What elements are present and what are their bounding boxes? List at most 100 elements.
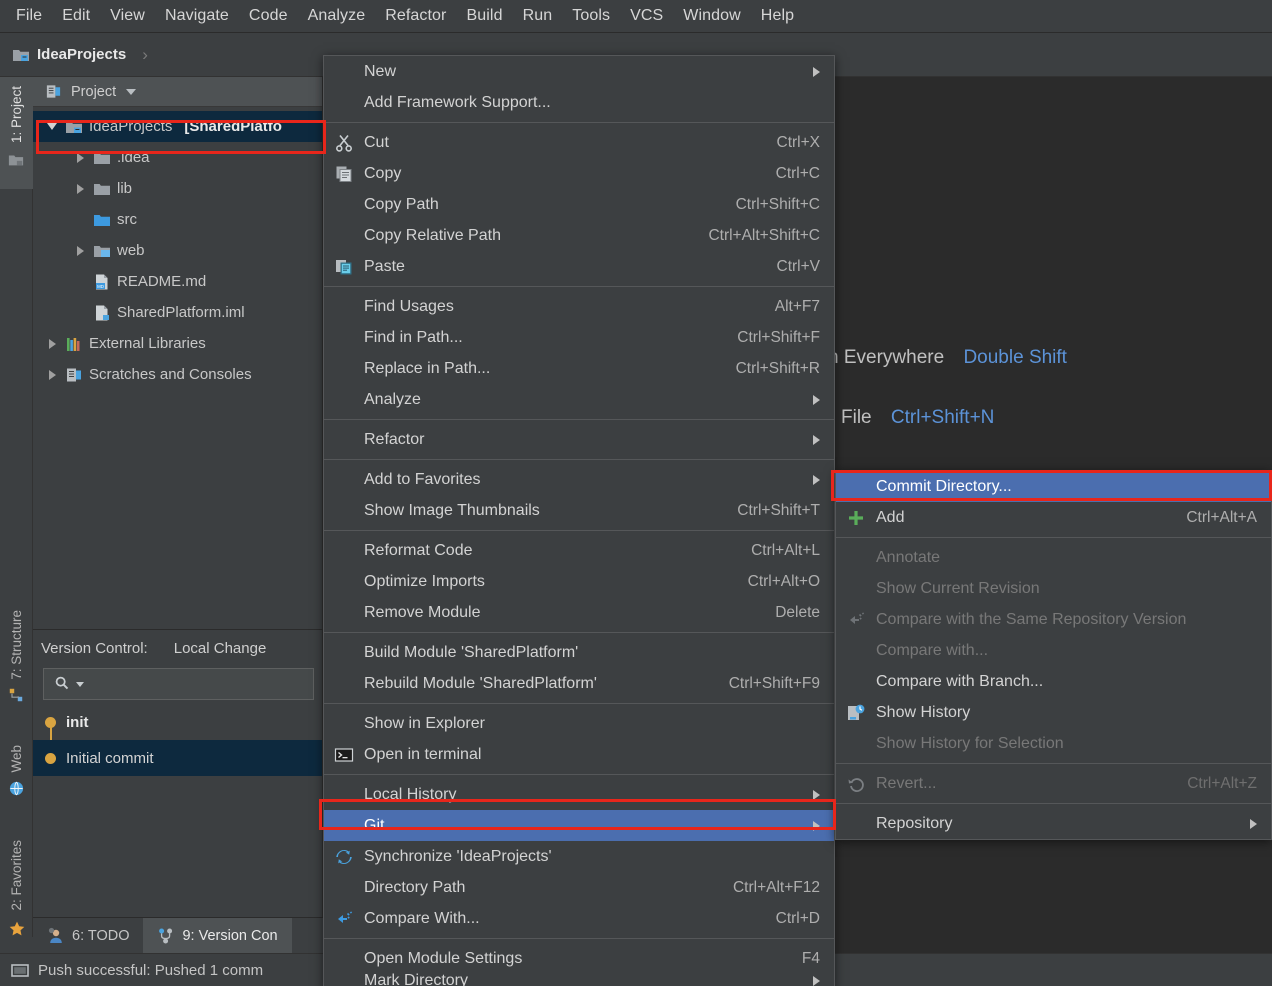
sidebar-item-web[interactable]: Web — [0, 742, 33, 814]
menu-item-repository[interactable]: Repository — [836, 808, 1271, 839]
tree-node-scratches-and-consoles[interactable]: Scratches and Consoles — [33, 359, 322, 390]
search-filter-chevron-icon[interactable] — [76, 681, 84, 687]
menu-item-show-history[interactable]: Show History — [836, 697, 1271, 728]
commit-list-item[interactable]: init — [33, 704, 322, 740]
tree-node-idea[interactable]: .idea — [33, 142, 322, 173]
menu-item-build-module-sharedplatform[interactable]: Build Module 'SharedPlatform' — [324, 637, 834, 668]
menu-item-compare-with-the-same-repository-version[interactable]: Compare with the Same Repository Version — [836, 604, 1271, 635]
show-history-icon — [846, 703, 866, 723]
menu-item-copy-relative-path[interactable]: Copy Relative Path Ctrl+Alt+Shift+C — [324, 220, 834, 251]
tree-node-external-libraries[interactable]: External Libraries — [33, 328, 322, 359]
menu-item-synchronize-ideaprojects[interactable]: Synchronize 'IdeaProjects' — [324, 841, 834, 872]
menu-item-add-to-favorites[interactable]: Add to Favorites — [324, 464, 834, 495]
breadcrumb-project-name[interactable]: IdeaProjects — [37, 46, 126, 63]
menu-item-compare-with-branch[interactable]: Compare with Branch... — [836, 666, 1271, 697]
menu-item-find-in-path[interactable]: Find in Path... Ctrl+Shift+F — [324, 322, 834, 353]
chevron-right-icon[interactable] — [73, 152, 87, 163]
ide-status-icon[interactable] — [10, 961, 29, 979]
menu-item-compare-with[interactable]: Compare With... Ctrl+D — [324, 903, 834, 934]
chevron-right-icon[interactable] — [45, 338, 59, 349]
chevron-right-icon[interactable] — [73, 245, 87, 256]
menu-item-reformat-code[interactable]: Reformat Code Ctrl+Alt+L — [324, 535, 834, 566]
menu-help[interactable]: Help — [751, 4, 804, 29]
menu-item-label: Optimize Imports — [364, 572, 485, 590]
menu-item-open-in-terminal[interactable]: Open in terminal — [324, 739, 834, 770]
tree-node-src[interactable]: src — [33, 204, 322, 235]
sidebar-item-structure[interactable]: 7: Structure — [0, 607, 33, 717]
menu-refactor[interactable]: Refactor — [375, 4, 456, 29]
menu-item-show-history-for-selection[interactable]: Show History for Selection — [836, 728, 1271, 759]
menu-item-local-history[interactable]: Local History — [324, 779, 834, 810]
tab-todo[interactable]: 6: TODO — [33, 918, 143, 953]
commit-list-item[interactable]: Initial commit — [33, 740, 322, 776]
menu-item-new[interactable]: New — [324, 56, 834, 87]
menu-item-shortcut: Delete — [775, 603, 820, 621]
menu-item-label: Local History — [364, 785, 457, 803]
menu-item-label: Remove Module — [364, 603, 481, 621]
menu-edit[interactable]: Edit — [52, 4, 100, 29]
chevron-right-icon[interactable] — [73, 183, 87, 194]
menu-file[interactable]: File — [6, 4, 52, 29]
search-input-field[interactable] — [88, 676, 313, 692]
search-input[interactable] — [43, 668, 314, 700]
menu-item-copy-path[interactable]: Copy Path Ctrl+Shift+C — [324, 189, 834, 220]
menu-run[interactable]: Run — [513, 4, 563, 29]
menu-item-annotate[interactable]: Annotate — [836, 542, 1271, 573]
menu-item-optimize-imports[interactable]: Optimize Imports Ctrl+Alt+O — [324, 566, 834, 597]
menu-item-revert[interactable]: Revert... Ctrl+Alt+Z — [836, 768, 1271, 799]
menu-item-cut[interactable]: Cut Ctrl+X — [324, 127, 834, 158]
menu-window[interactable]: Window — [673, 4, 751, 29]
tree-node-lib[interactable]: lib — [33, 173, 322, 204]
breadcrumb[interactable]: IdeaProjects › — [12, 45, 148, 65]
tree-node-ideaprojects[interactable]: IdeaProjects [SharedPlatfo — [33, 111, 322, 142]
version-control-tool-window: Version Control: Local Change init Initia… — [33, 629, 323, 917]
tree-node-web[interactable]: web — [33, 235, 322, 266]
menu-item-show-in-explorer[interactable]: Show in Explorer — [324, 708, 834, 739]
project-panel-header[interactable]: Project — [33, 77, 322, 107]
context-menu[interactable]: New Add Framework Support... Cut Ctrl+X Copy… — [323, 55, 835, 986]
menu-item-mark-directory[interactable]: Mark Directory — [324, 972, 834, 986]
menu-navigate[interactable]: Navigate — [155, 4, 239, 29]
menu-item-add-framework-support[interactable]: Add Framework Support... — [324, 87, 834, 118]
chevron-down-icon[interactable] — [126, 88, 137, 95]
menu-code[interactable]: Code — [239, 4, 298, 29]
menu-build[interactable]: Build — [456, 4, 512, 29]
menu-item-show-current-revision[interactable]: Show Current Revision — [836, 573, 1271, 604]
menu-item-label: Add Framework Support... — [364, 93, 551, 111]
menu-item-label: Copy — [364, 164, 402, 182]
menu-item-label: Show History for Selection — [876, 734, 1064, 752]
tree-node-readme-md[interactable]: MD README.md — [33, 266, 322, 297]
menu-vcs[interactable]: VCS — [620, 4, 673, 29]
chevron-right-icon[interactable] — [45, 369, 59, 380]
tree-node-label: src — [117, 211, 137, 228]
tree-node-sharedplatform-iml[interactable]: SharedPlatform.iml — [33, 297, 322, 328]
version-control-tab-local-changes[interactable]: Local Change — [174, 640, 267, 657]
menu-item-open-module-settings[interactable]: Open Module Settings F4 — [324, 943, 834, 974]
main-menu-bar[interactable]: File Edit View Navigate Code Analyze Refactor B… — [0, 0, 1272, 33]
menu-item-directory-path[interactable]: Directory Path Ctrl+Alt+F12 — [324, 872, 834, 903]
menu-item-analyze[interactable]: Analyze — [324, 384, 834, 415]
menu-item-paste[interactable]: Paste Ctrl+V — [324, 251, 834, 282]
sidebar-item-project[interactable]: 1: Project — [0, 77, 33, 189]
menu-item-replace-in-path[interactable]: Replace in Path... Ctrl+Shift+R — [324, 353, 834, 384]
menu-item-git[interactable]: Git — [324, 810, 834, 841]
sidebar-item-favorites[interactable]: 2: Favorites — [0, 837, 33, 967]
menu-item-add[interactable]: Add Ctrl+Alt+A — [836, 502, 1271, 533]
menu-view[interactable]: View — [100, 4, 155, 29]
menu-item-compare-with[interactable]: Compare with... — [836, 635, 1271, 666]
menu-item-show-image-thumbnails[interactable]: Show Image Thumbnails Ctrl+Shift+T — [324, 495, 834, 526]
menu-tools[interactable]: Tools — [562, 4, 620, 29]
menu-item-rebuild-module-sharedplatform[interactable]: Rebuild Module 'SharedPlatform' Ctrl+Shif… — [324, 668, 834, 699]
menu-item-refactor[interactable]: Refactor — [324, 424, 834, 455]
menu-item-find-usages[interactable]: Find Usages Alt+F7 — [324, 291, 834, 322]
menu-item-commit-directory[interactable]: Commit Directory... — [836, 471, 1271, 502]
menu-item-remove-module[interactable]: Remove Module Delete — [324, 597, 834, 628]
tab-version-control[interactable]: 9: Version Con — [143, 918, 292, 953]
menu-item-copy[interactable]: Copy Ctrl+C — [324, 158, 834, 189]
chevron-down-icon[interactable] — [45, 123, 59, 130]
todo-icon — [47, 927, 65, 945]
git-submenu[interactable]: Commit Directory... Add Ctrl+Alt+A Annotate… — [835, 470, 1272, 840]
module-folder-icon — [65, 118, 83, 136]
menu-analyze[interactable]: Analyze — [298, 4, 376, 29]
menu-item-label: Git — [364, 816, 385, 834]
